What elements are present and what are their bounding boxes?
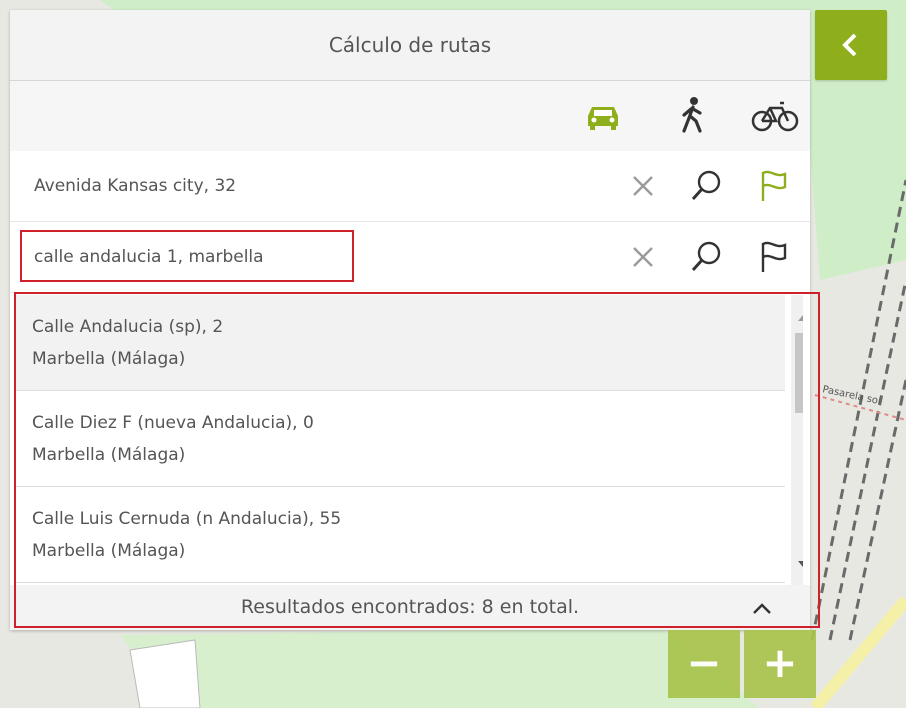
- panel-header: Cálculo de rutas: [10, 10, 810, 81]
- origin-row: Avenida Kansas city, 32: [10, 151, 810, 222]
- zoom-in-button[interactable]: +: [744, 630, 816, 698]
- origin-flag-icon[interactable]: [755, 168, 791, 204]
- car-mode-button[interactable]: [580, 93, 626, 139]
- clear-origin-icon[interactable]: [625, 168, 661, 204]
- car-icon: [588, 107, 618, 130]
- park-area-bottom: [120, 628, 760, 708]
- zoom-out-button[interactable]: −: [668, 630, 740, 698]
- route-panel: Cálculo de rutas Avenida Kansas city, 32…: [10, 10, 820, 630]
- panel-title: Cálculo de rutas: [328, 33, 492, 57]
- bike-mode-button[interactable]: [750, 93, 799, 139]
- building: [129, 639, 201, 708]
- zoom-in-label: +: [762, 638, 798, 687]
- clear-destination-icon[interactable]: [625, 239, 661, 275]
- search-origin-icon[interactable]: [688, 168, 724, 204]
- transport-modes: [10, 81, 810, 152]
- origin-input[interactable]: Avenida Kansas city, 32: [34, 151, 236, 221]
- destination-flag-icon[interactable]: [755, 239, 791, 275]
- collapse-panel-button[interactable]: [815, 10, 887, 80]
- zoom-out-label: −: [686, 638, 722, 687]
- destination-highlight-box: [20, 230, 354, 282]
- walk-mode-button[interactable]: [670, 93, 716, 139]
- walking-icon: [682, 97, 702, 133]
- chevron-left-icon: [842, 33, 857, 57]
- bicycle-icon: [751, 101, 799, 132]
- search-destination-icon[interactable]: [688, 239, 724, 275]
- results-highlight-box: [14, 292, 820, 628]
